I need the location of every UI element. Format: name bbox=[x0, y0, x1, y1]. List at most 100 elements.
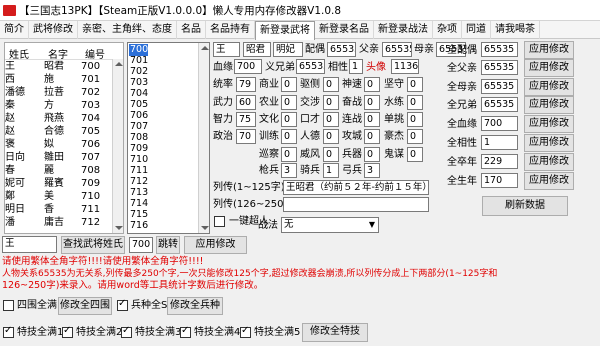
skill-field[interactable]: 0 bbox=[407, 147, 423, 162]
troops-button[interactable]: 修改全兵种 bbox=[167, 297, 223, 315]
tab-treasures[interactable]: 名品 bbox=[177, 21, 206, 39]
skill-field[interactable]: 0 bbox=[281, 77, 297, 92]
search-button[interactable]: 查找武将姓氏 bbox=[61, 236, 125, 254]
skill-field[interactable]: 0 bbox=[323, 129, 339, 144]
skill-field[interactable]: 0 bbox=[281, 129, 297, 144]
tab-new-treasure[interactable]: 新登录名品 bbox=[315, 21, 374, 39]
skill-field[interactable]: 3 bbox=[281, 163, 297, 178]
skill-field[interactable]: 0 bbox=[364, 95, 380, 110]
jump-button[interactable]: 跳转 bbox=[156, 236, 180, 254]
global-apply-button[interactable]: 应用修改 bbox=[524, 172, 574, 190]
tab-new-officer[interactable]: 新登录武将 bbox=[255, 21, 315, 40]
skill-field[interactable]: 0 bbox=[323, 77, 339, 92]
skill-field[interactable]: 1 bbox=[323, 163, 339, 178]
face-field[interactable]: 1136 bbox=[391, 59, 419, 74]
chevron-down-icon[interactable]: ▼ bbox=[369, 218, 375, 231]
global-apply-button[interactable]: 应用修改 bbox=[524, 153, 574, 171]
tab-new-tactic[interactable]: 新登录战法 bbox=[374, 21, 433, 39]
special-checkbox[interactable] bbox=[180, 325, 191, 338]
global-field[interactable]: 65535 bbox=[481, 79, 518, 94]
four-round-checkbox[interactable] bbox=[3, 300, 14, 311]
skill-field[interactable]: 0 bbox=[323, 112, 339, 127]
blood-field[interactable]: 700 bbox=[234, 59, 262, 74]
special-checkbox[interactable] bbox=[3, 325, 14, 338]
global-apply-button[interactable]: 应用修改 bbox=[524, 59, 574, 77]
skill-label: 商业 bbox=[259, 79, 279, 90]
specials-button[interactable]: 修改全特技 bbox=[302, 323, 368, 342]
refresh-button[interactable]: 刷新数据 bbox=[482, 196, 568, 216]
scroll-up-icon[interactable] bbox=[201, 46, 209, 50]
sworn-field[interactable]: 65535 bbox=[296, 59, 325, 74]
stat-field[interactable]: 79 bbox=[236, 77, 256, 92]
stat-field[interactable]: 75 bbox=[236, 112, 256, 127]
global-field[interactable]: 65535 bbox=[481, 97, 518, 112]
global-field[interactable]: 1 bbox=[481, 135, 518, 150]
global-apply-button[interactable]: 应用修改 bbox=[524, 78, 574, 96]
special-checkbox[interactable] bbox=[121, 325, 132, 338]
jump-input[interactable]: 700 bbox=[129, 237, 153, 253]
father-label: 父亲 bbox=[359, 44, 379, 55]
search-input[interactable]: 王 bbox=[2, 236, 57, 253]
skill-field[interactable]: 0 bbox=[364, 77, 380, 92]
id-list-item[interactable]: 716 bbox=[130, 220, 148, 232]
id-listbox-scrollbar[interactable] bbox=[198, 43, 209, 233]
global-apply-button[interactable]: 应用修改 bbox=[524, 134, 574, 152]
skill-field[interactable]: 3 bbox=[364, 163, 380, 178]
skill-field[interactable]: 0 bbox=[364, 129, 380, 144]
id-listbox-items: 700 701 702 703 704 705 706 707 708 709 710 711 712 7… bbox=[128, 44, 196, 232]
cell-id: 709 bbox=[81, 178, 101, 189]
tab-treasure-owner[interactable]: 名品持有 bbox=[206, 21, 255, 39]
stat-field[interactable]: 70 bbox=[236, 129, 256, 144]
global-apply-button[interactable]: 应用修改 bbox=[524, 41, 574, 59]
bio2-field[interactable] bbox=[283, 197, 429, 212]
four-round-button[interactable]: 修改全四围 bbox=[58, 297, 112, 315]
skill-field[interactable]: 0 bbox=[281, 112, 297, 127]
tab-peers[interactable]: 同道 bbox=[462, 21, 491, 39]
surname-field[interactable]: 王 bbox=[213, 42, 240, 57]
global-field[interactable]: 65535 bbox=[481, 60, 518, 75]
cell-surname: 春 bbox=[5, 165, 15, 176]
scroll-up-icon[interactable] bbox=[115, 62, 123, 66]
skill-field[interactable]: 0 bbox=[323, 95, 339, 110]
style-name-field[interactable]: 明妃 bbox=[273, 42, 303, 57]
id-listbox[interactable]: 700 701 702 703 704 705 706 707 708 709 710 711 712 7… bbox=[127, 42, 210, 234]
bio1-field[interactable]: 王昭君（约前５２年-约前１５年），名嫱 bbox=[283, 180, 429, 195]
skill-field[interactable]: 0 bbox=[364, 147, 380, 162]
apply-button[interactable]: 应用修改 bbox=[184, 236, 247, 254]
troops-checkbox[interactable] bbox=[117, 298, 128, 311]
global-field[interactable]: 229 bbox=[481, 154, 518, 169]
tab-officer-edit[interactable]: 武将修改 bbox=[29, 21, 78, 39]
affinity-field[interactable]: 1 bbox=[349, 59, 363, 74]
skill-field[interactable]: 0 bbox=[407, 95, 423, 110]
stat-field[interactable]: 60 bbox=[236, 95, 256, 110]
one-key-checkbox[interactable] bbox=[214, 216, 225, 227]
skill-field[interactable]: 0 bbox=[364, 112, 380, 127]
tab-relations[interactable]: 亲密、主角绊、态度 bbox=[78, 21, 177, 39]
tab-intro[interactable]: 简介 bbox=[0, 21, 29, 39]
skill-field[interactable]: 0 bbox=[281, 95, 297, 110]
special-checkbox[interactable] bbox=[240, 325, 251, 338]
tab-donate[interactable]: 请我喝茶 bbox=[491, 21, 540, 39]
global-field[interactable]: 65535 bbox=[481, 42, 518, 57]
spouse-field[interactable]: 65535 bbox=[327, 42, 356, 57]
global-field[interactable]: 700 bbox=[481, 116, 518, 131]
stat-label: 智力 bbox=[213, 114, 233, 125]
global-apply-button[interactable]: 应用修改 bbox=[524, 115, 574, 133]
skill-field[interactable]: 0 bbox=[407, 77, 423, 92]
given-name-field[interactable]: 昭君 bbox=[243, 42, 271, 57]
officer-table-scrollbar[interactable] bbox=[112, 59, 123, 233]
scroll-down-icon[interactable] bbox=[201, 226, 209, 230]
skill-field[interactable]: 0 bbox=[323, 147, 339, 162]
skill-label: 巡察 bbox=[259, 149, 279, 160]
skill-field[interactable]: 0 bbox=[407, 129, 423, 144]
skill-field[interactable]: 0 bbox=[407, 112, 423, 127]
global-apply-button[interactable]: 应用修改 bbox=[524, 96, 574, 114]
special-checkbox[interactable] bbox=[62, 325, 73, 338]
scroll-down-icon[interactable] bbox=[115, 226, 123, 230]
tab-misc[interactable]: 杂项 bbox=[433, 21, 462, 39]
tactic-select[interactable]: 无 ▼ bbox=[281, 217, 379, 233]
skill-field[interactable]: 0 bbox=[281, 147, 297, 162]
stat-label: 政治 bbox=[213, 131, 233, 142]
father-field[interactable]: 65535 bbox=[382, 42, 412, 57]
global-field[interactable]: 170 bbox=[481, 173, 518, 188]
